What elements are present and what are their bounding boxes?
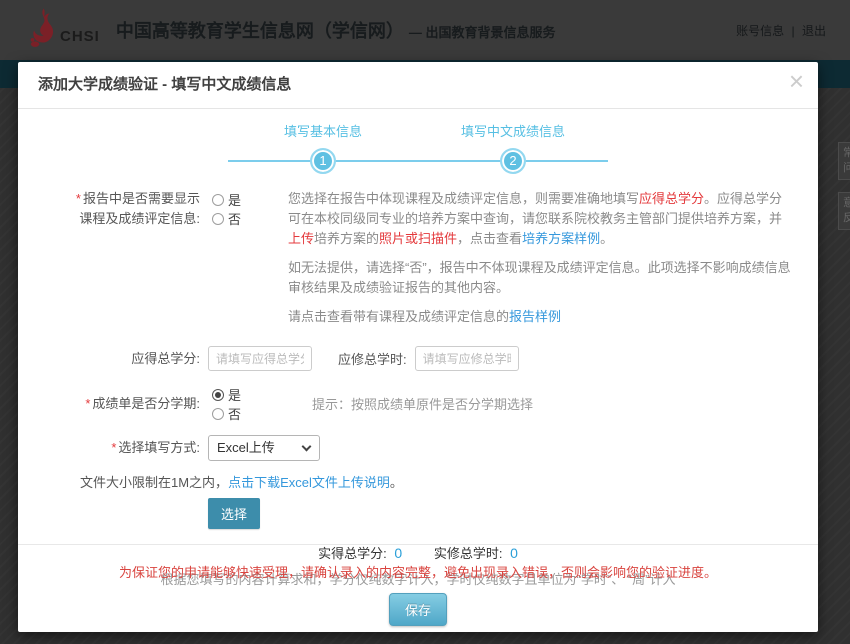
step1-label: 填写基本信息 (283, 124, 363, 139)
display-yes-radio[interactable]: 是 (212, 190, 241, 209)
total-hours-label: 应修总学时: (338, 352, 407, 367)
save-button[interactable]: 保存 (388, 593, 447, 626)
semester-hint: 提示：按照成绩单原件是否分学期选择 (312, 397, 534, 412)
warning-text: 为保证您的申请能够快速受理，请确认录入的内容完整，避免出现录入错误，否则会影响您… (118, 565, 717, 580)
site-title: 中国高等教育学生信息网（学信网） — 出国教育背景信息服务 (115, 21, 556, 41)
total-hours-input[interactable] (414, 346, 519, 371)
display-question-radio-group: 是 否 (200, 189, 288, 336)
site-header: CHSI 中国高等教育学生信息网（学信网） — 出国教育背景信息服务 账号信息 … (0, 0, 850, 60)
site-subtitle: — 出国教育背景信息服务 (408, 25, 556, 40)
radio-unchecked-icon[interactable] (212, 407, 224, 420)
account-info-link[interactable]: 账号信息 (736, 24, 784, 38)
help-paragraph-1: 您选择在报告中体现课程及成绩评定信息，则需要准确地填写应得总学分。应得总学分可在… (288, 191, 783, 246)
help-paragraph-2: 如无法提供，请选择“否”，报告中不体现课程及成绩评定信息。此项选择不影响成绩信息… (288, 260, 791, 295)
chsi-logo: CHSI (24, 8, 100, 49)
display-question-label: * 报告中是否需要显示 课程及成绩评定信息: (75, 191, 200, 226)
step2-circle: 2 (500, 148, 526, 174)
help-text-block: 您选择在报告中体现课程及成绩评定信息，则需要准确地填写应得总学分。应得总学分可在… (288, 189, 794, 336)
header-account-area: 账号信息 | 退出 (736, 22, 826, 39)
modal-footer: 为保证您的申请能够快速受理，请确认录入的内容完整，避免出现录入错误，否则会影响您… (18, 544, 818, 632)
logo-chsi-text: CHSI (60, 28, 100, 45)
semester-question-label: * 成绩单是否分学期: (85, 395, 200, 411)
training-plan-sample-link[interactable]: 培养方案样例 (522, 231, 600, 246)
radio-unchecked-icon[interactable] (212, 193, 224, 206)
chevron-down-icon (301, 441, 312, 452)
modal-header: 添加大学成绩验证 - 填写中文成绩信息 (18, 62, 818, 109)
display-no-radio[interactable]: 否 (212, 209, 241, 228)
fill-method-selected-value: Excel上传 (217, 440, 275, 455)
file-size-hint: 文件大小限制在1M之内，点击下载Excel文件上传说明。 (80, 475, 403, 490)
credits-emphasis: 应得总学分 (639, 191, 705, 206)
step-connector-line (228, 160, 608, 162)
semester-no-radio[interactable]: 否 (212, 404, 241, 423)
total-credits-input[interactable] (208, 346, 312, 371)
radio-unchecked-icon[interactable] (212, 212, 224, 225)
fill-method-select[interactable]: Excel上传 (208, 435, 320, 461)
photo-scan-emphasis: 照片或扫描件 (379, 231, 458, 246)
total-credits-label: 应得总学分: (131, 350, 200, 366)
upload-emphasis: 上传 (288, 231, 315, 246)
step-indicator: 填写基本信息 填写中文成绩信息 1 2 (228, 119, 608, 177)
semester-yes-radio[interactable]: 是 (212, 385, 241, 404)
close-icon[interactable]: × (789, 68, 804, 94)
help-paragraph-3: 请点击查看带有课程及成绩评定信息的报告样例 (288, 309, 562, 324)
feedback-floating-widget: 意见反馈 (838, 192, 850, 230)
report-sample-link[interactable]: 报告样例 (509, 309, 561, 324)
phoenix-logo-icon (30, 8, 54, 47)
grade-info-form: * 报告中是否需要显示 课程及成绩评定信息: 是 否 您选择在报告中体现课程及成绩… (18, 189, 818, 588)
excel-instructions-link[interactable]: 点击下载Excel文件上传说明 (228, 475, 390, 490)
step1-circle: 1 (310, 148, 336, 174)
fill-method-label: * 选择填写方式: (111, 440, 200, 455)
semester-radio-group: 是 否 (200, 384, 288, 423)
step2-label: 填写中文成绩信息 (460, 124, 566, 139)
faq-floating-widget: 常见问题 (838, 142, 850, 180)
add-grade-verification-modal: 添加大学成绩验证 - 填写中文成绩信息 × 填写基本信息 填写中文成绩信息 1 … (18, 62, 818, 632)
radio-checked-icon[interactable] (212, 388, 224, 401)
header-separator: | (791, 23, 795, 38)
logout-link[interactable]: 退出 (802, 24, 826, 38)
modal-title: 添加大学成绩验证 - 填写中文成绩信息 (38, 76, 292, 93)
required-mark: * (75, 191, 81, 206)
choose-file-button[interactable]: 选择 (208, 498, 261, 529)
